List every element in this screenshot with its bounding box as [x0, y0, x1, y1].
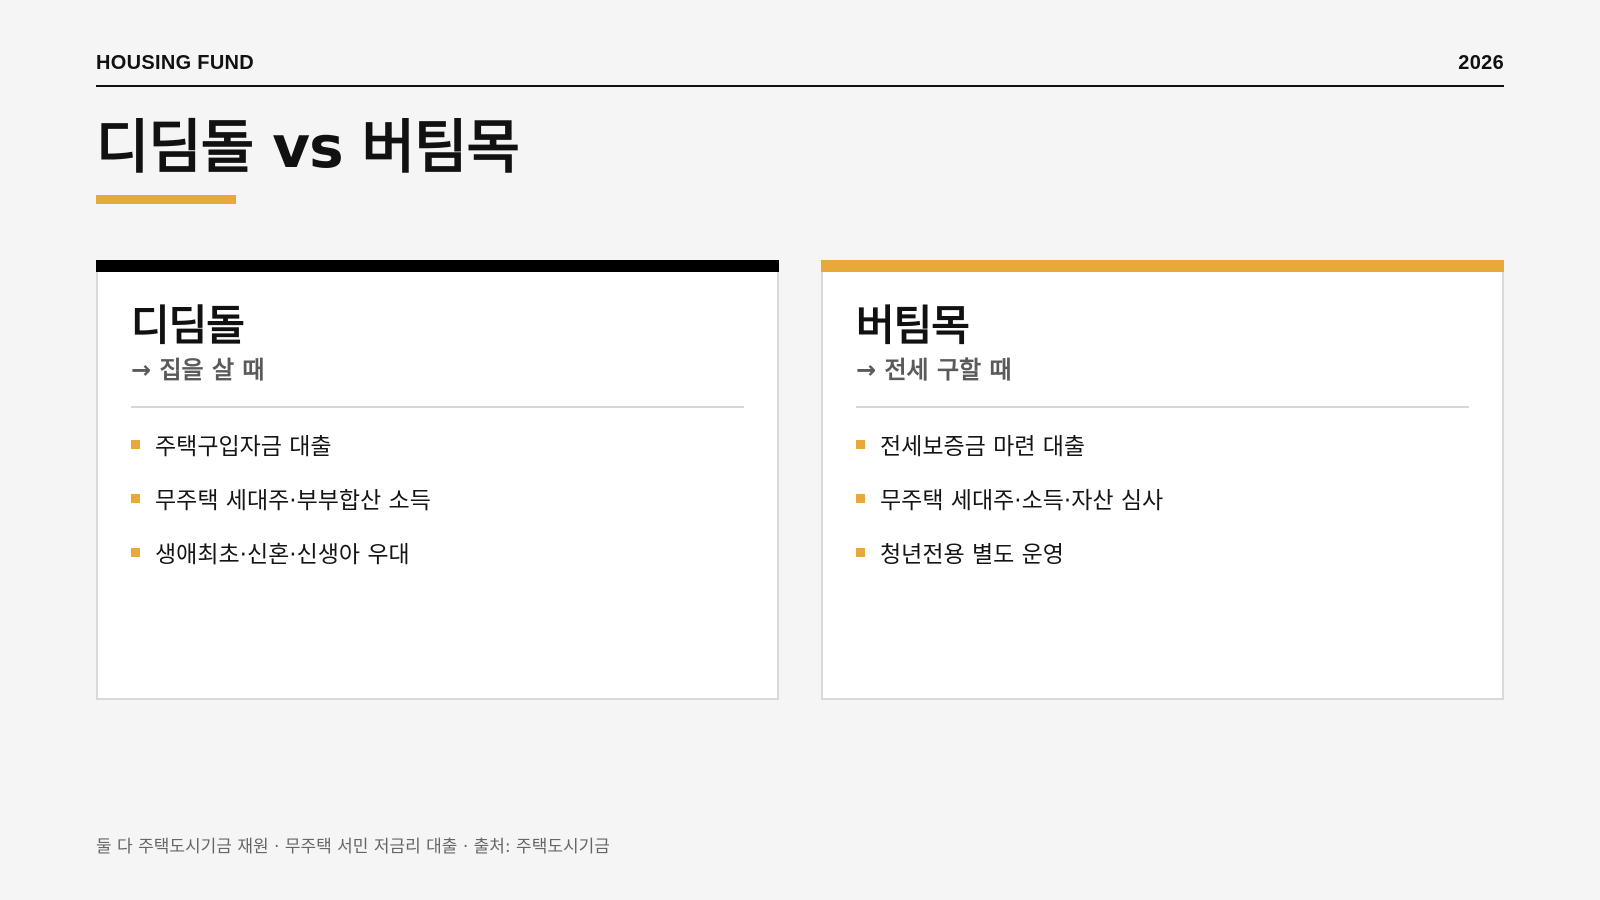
list-item-text: 전세보증금 마련 대출: [880, 433, 1086, 460]
top-bar: HOUSING FUND 2026: [96, 50, 1504, 87]
list-item: 무주택 세대주·소득·자산 심사: [856, 486, 1469, 540]
square-bullet-icon: [131, 439, 140, 449]
list-item: 생애최초·신혼·신생아 우대: [131, 540, 744, 594]
card-divider: [131, 406, 744, 408]
card-list: 전세보증금 마련 대출 무주택 세대주·소득·자산 심사 청년전용 별도 운영: [856, 432, 1469, 594]
card-beotimmok: 버팀목 → 전세 구할 때 전세보증금 마련 대출 무주택 세대주·소득·자산 …: [821, 260, 1504, 700]
footer-note: 둘 다 주택도시기금 재원 · 무주택 서민 저금리 대출 · 출처: 주택도시…: [96, 837, 610, 857]
square-bullet-icon: [856, 439, 865, 449]
card-subtitle: → 전세 구할 때: [856, 356, 1012, 384]
card-didimdol: 디딤돌 → 집을 살 때 주택구입자금 대출 무주택 세대주·부부합산 소득 생…: [96, 260, 779, 700]
brand-label: HOUSING FUND: [96, 52, 255, 74]
card-list: 주택구입자금 대출 무주택 세대주·부부합산 소득 생애최초·신혼·신생아 우대: [131, 432, 744, 594]
card-title: 버팀목: [856, 301, 970, 350]
card-divider: [856, 406, 1469, 408]
card-subtitle: → 집을 살 때: [131, 356, 265, 384]
card-top-bar: [96, 260, 779, 272]
list-item-text: 청년전용 별도 운영: [880, 541, 1064, 568]
title-accent-bar: [96, 195, 236, 204]
list-item-text: 무주택 세대주·부부합산 소득: [155, 487, 431, 514]
list-item-text: 주택구입자금 대출: [155, 433, 332, 460]
list-item-text: 무주택 세대주·소득·자산 심사: [880, 487, 1164, 514]
square-bullet-icon: [131, 493, 140, 503]
card-top-bar: [821, 260, 1504, 272]
slide: HOUSING FUND 2026 디딤돌 vs 버팀목 디딤돌 → 집을 살 …: [0, 0, 1600, 900]
list-item: 주택구입자금 대출: [131, 432, 744, 486]
year-label: 2026: [1458, 52, 1504, 74]
list-item: 전세보증금 마련 대출: [856, 432, 1469, 486]
list-item: 무주택 세대주·부부합산 소득: [131, 486, 744, 540]
square-bullet-icon: [856, 493, 865, 503]
list-item-text: 생애최초·신혼·신생아 우대: [155, 541, 410, 568]
card-title: 디딤돌: [131, 301, 245, 350]
square-bullet-icon: [131, 547, 140, 557]
list-item: 청년전용 별도 운영: [856, 540, 1469, 594]
page-title: 디딤돌 vs 버팀목: [96, 113, 520, 181]
square-bullet-icon: [856, 547, 865, 557]
